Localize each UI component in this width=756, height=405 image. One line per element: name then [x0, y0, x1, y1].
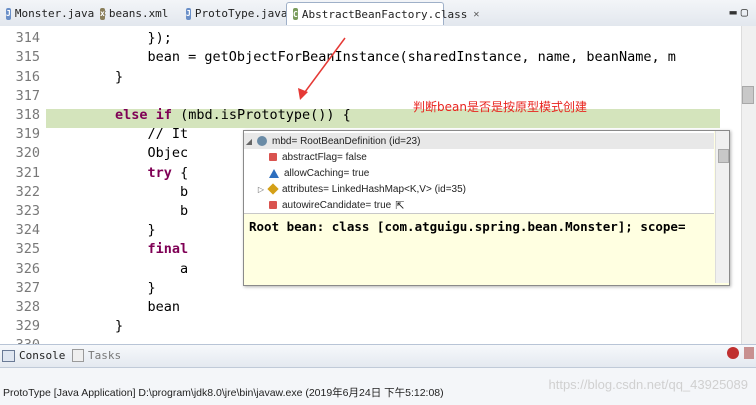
console-tab-bar: Console ✕ Tasks: [0, 345, 756, 368]
minimize-icon[interactable]: ▬: [730, 5, 741, 19]
maximize-icon[interactable]: ▢: [741, 5, 752, 19]
tab-prototype-java[interactable]: J ProtoType.java: [180, 2, 288, 25]
close-icon[interactable]: ✕: [473, 9, 479, 20]
console-icon: [2, 349, 15, 362]
tree-field-autowirecandidate[interactable]: autowireCandidate= true ⇱: [256, 197, 404, 213]
tree-field-attributes[interactable]: ▷ attributes= LinkedHashMap<K,V> (id=35): [256, 181, 466, 197]
tab-tasks[interactable]: Tasks: [72, 349, 121, 362]
tab-label: Monster.java: [14, 7, 95, 20]
tab-label: beans.xml: [108, 7, 169, 20]
watermark: https://blog.csdn.net/qq_43925089: [548, 377, 749, 392]
tab-label: ProtoType.java: [194, 7, 288, 20]
expand-icon[interactable]: ▷: [256, 185, 266, 194]
scrollbar-thumb[interactable]: [718, 149, 729, 163]
java-file-icon: J: [186, 7, 191, 20]
window-controls: ▬▢: [730, 5, 752, 19]
tree-field-abstractflag[interactable]: abstractFlag= false: [256, 149, 367, 165]
field-label: abstractFlag= false: [282, 151, 367, 163]
tree-root-mbd[interactable]: ◢ mbd= RootBeanDefinition (id=23): [244, 133, 714, 149]
tree-root-label: mbd= RootBeanDefinition (id=23): [272, 135, 421, 147]
terminate-icon[interactable]: [727, 347, 739, 359]
xml-file-icon: x: [100, 7, 105, 20]
private-field-icon: [269, 201, 277, 209]
popup-scrollbar[interactable]: [715, 131, 729, 283]
variable-detail-text: Root bean: class [com.atguigu.spring.bea…: [249, 219, 686, 234]
tab-label: Tasks: [88, 349, 122, 362]
variable-tree[interactable]: ◢ mbd= RootBeanDefinition (id=23) abstra…: [244, 131, 714, 214]
console-panel: Console ✕ Tasks https://blog.csdn.net/qq…: [0, 344, 756, 405]
private-field-icon: [269, 153, 277, 161]
annotation-text: 判断bean是否是按原型模式创建: [413, 100, 587, 114]
tab-beans-xml[interactable]: x beans.xml: [94, 2, 172, 25]
protected-field-icon: [267, 183, 279, 195]
field-label: autowireCandidate= true: [282, 199, 392, 211]
local-variable-icon: [257, 136, 267, 146]
tab-console[interactable]: Console ✕: [2, 349, 77, 362]
collapse-icon[interactable]: ◢: [244, 137, 254, 146]
java-file-icon: J: [6, 7, 11, 20]
field-label: allowCaching= true: [284, 167, 370, 179]
remove-launch-icon[interactable]: [744, 347, 754, 359]
tab-abstractbeanfactory-class[interactable]: C AbstractBeanFactory.class ✕: [286, 2, 479, 25]
tasks-icon: [72, 349, 84, 362]
field-label: attributes= LinkedHashMap<K,V> (id=35): [282, 183, 466, 195]
package-field-icon: [269, 168, 279, 178]
mouse-cursor-icon: ⇱: [395, 199, 405, 212]
console-status-line: ProtoType [Java Application] D:\program\…: [3, 387, 444, 399]
tab-label: Console: [19, 349, 66, 362]
editor-tab-bar: J Monster.java ✕ x beans.xml J ProtoType…: [0, 0, 756, 27]
tab-monster-java[interactable]: J Monster.java ✕: [0, 2, 106, 25]
class-file-icon: C: [293, 8, 298, 20]
tab-label: AbstractBeanFactory.class: [301, 7, 468, 21]
variable-inspector-popup[interactable]: ◢ mbd= RootBeanDefinition (id=23) abstra…: [243, 130, 730, 286]
tree-field-allowcaching[interactable]: allowCaching= true: [256, 165, 369, 181]
